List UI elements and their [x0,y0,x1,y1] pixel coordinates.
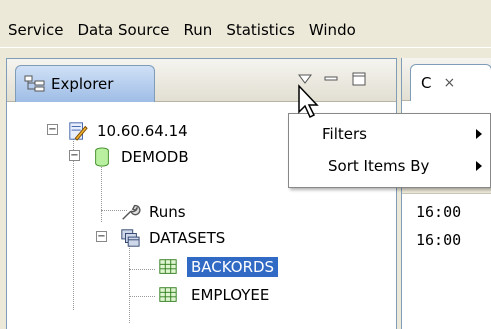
explorer-tabbar: Explorer [7,59,396,102]
tree-connector [73,135,74,310]
mouse-cursor-icon [298,84,319,119]
server-pencil-icon [69,122,88,141]
console-view: C × 16:00 16:00 [401,58,491,329]
tree-connector [101,162,102,222]
table-icon [159,287,177,302]
expander-server[interactable]: − [47,124,58,135]
menu-item-sort-items-by[interactable]: Sort Items By [289,151,491,181]
tree-label-backords: BACKORDS [187,257,279,277]
tree-label-employee: EMPLOYEE [191,286,270,304]
window-top-edge [0,0,491,10]
expander-database[interactable]: − [69,150,80,161]
context-menu: Filters Sort Items By [288,113,491,188]
close-icon[interactable]: × [443,75,455,91]
menu-item-filters-label: Filters [322,125,367,143]
minimize-icon[interactable] [323,71,339,87]
console-tabbar: C × [402,58,491,101]
submenu-arrow-icon [476,129,482,139]
tree-label-datasets: DATASETS [149,229,226,247]
menu-item-filters[interactable]: Filters [289,119,491,149]
explorer-view: Explorer − 10.60.64.14 − DEMODB Runs − D… [6,58,397,329]
tree-connector [129,243,130,323]
console-line: 16:00 [416,203,462,221]
menu-service[interactable]: Service [0,12,70,48]
datasets-icon [121,229,140,247]
expander-datasets[interactable]: − [96,231,107,242]
table-icon [159,259,177,274]
menu-window[interactable]: Windo [302,12,363,48]
maximize-icon[interactable] [351,71,367,87]
tree-item-employee[interactable]: EMPLOYEE [157,282,273,308]
tree-connector [129,296,155,297]
tree-label-server: 10.60.64.14 [97,122,188,140]
menu-statistics[interactable]: Statistics [219,12,302,48]
database-icon [95,147,109,167]
submenu-arrow-icon [476,161,482,171]
menu-run[interactable]: Run [177,12,220,48]
hierarchy-icon [24,75,45,92]
tree-label-runs: Runs [149,203,186,221]
tree-item-server[interactable]: 10.60.64.14 [67,118,188,144]
menubar: Service Data Source Run Statistics Windo [0,12,491,48]
tree-item-datasets[interactable]: DATASETS [119,225,225,251]
console-line: 16:00 [416,231,462,249]
menu-item-sort-items-by-label: Sort Items By [328,157,430,175]
tab-console[interactable]: C × [410,64,491,101]
tab-console-label: C [421,74,432,92]
tree-label-database: DEMODB [121,148,189,166]
tree-item-backords[interactable]: BACKORDS [157,254,279,280]
wrench-icon [122,204,141,220]
tree-connector [129,269,155,270]
tab-explorer-label: Explorer [51,75,114,93]
tab-explorer[interactable]: Explorer [15,65,155,102]
menu-data-source[interactable]: Data Source [70,12,176,48]
tree-item-runs[interactable]: Runs [119,199,186,225]
tree-item-database[interactable]: DEMODB [91,144,189,170]
